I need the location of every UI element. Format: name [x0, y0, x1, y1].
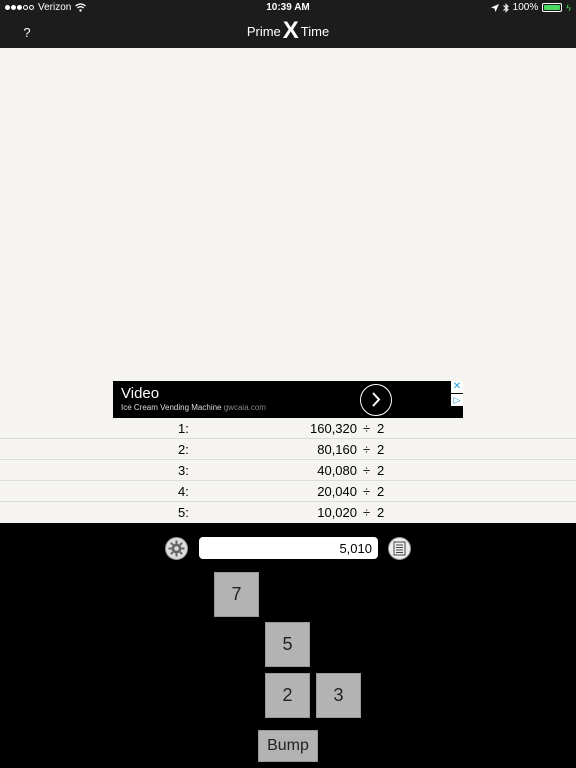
- row-divide-sign: ÷: [363, 442, 371, 457]
- table-row: 4: 20,040 ÷ 2: [0, 481, 576, 502]
- row-divisor: 2: [377, 442, 385, 457]
- key-3-button[interactable]: 3: [316, 673, 361, 718]
- list-button[interactable]: [388, 537, 411, 560]
- table-row: 5: 10,020 ÷ 2: [0, 502, 576, 523]
- table-row: 3: 40,080 ÷ 2: [0, 460, 576, 481]
- row-value: 160,320: [310, 421, 357, 436]
- battery-percent: 100%: [512, 2, 539, 13]
- row-index: 5:: [178, 505, 189, 520]
- settings-button[interactable]: [165, 537, 188, 560]
- row-index: 4:: [178, 484, 189, 499]
- ad-choices-icon[interactable]: ▷: [451, 394, 463, 406]
- ad-title: Video: [121, 385, 160, 402]
- number-input[interactable]: [199, 537, 378, 559]
- battery-icon: [542, 3, 563, 12]
- ad-subtitle: Ice Cream Vending Machine gwcaia.com: [121, 403, 266, 412]
- row-value: 80,160: [317, 442, 357, 457]
- location-arrow-icon: [490, 3, 499, 12]
- row-divide-sign: ÷: [363, 463, 371, 478]
- row-index: 1:: [178, 421, 189, 436]
- charging-bolt-icon: ϟ: [566, 2, 571, 13]
- bluetooth-icon: [502, 2, 509, 13]
- ad-banner[interactable]: Video Ice Cream Vending Machine gwcaia.c…: [113, 381, 463, 418]
- row-divide-sign: ÷: [363, 421, 371, 436]
- row-index: 2:: [178, 442, 189, 457]
- row-divide-sign: ÷: [363, 484, 371, 499]
- app-title: Prime X Time: [0, 17, 576, 44]
- ad-subtitle-text: Ice Cream Vending Machine: [121, 403, 222, 412]
- row-value: 10,020: [317, 505, 357, 520]
- main-area: Video Ice Cream Vending Machine gwcaia.c…: [0, 48, 576, 523]
- status-time: 10:39 AM: [266, 2, 310, 13]
- key-2-button[interactable]: 2: [265, 673, 310, 718]
- list-icon: [393, 541, 406, 556]
- battery-fill: [544, 5, 561, 10]
- status-bar: Verizon 10:39 AM 100% ϟ: [0, 0, 576, 16]
- ad-arrow-button[interactable]: [360, 384, 392, 416]
- row-divisor: 2: [377, 484, 385, 499]
- app-title-suffix: Time: [300, 23, 330, 39]
- key-7-button[interactable]: 7: [214, 572, 259, 617]
- app-title-prefix: Prime: [246, 23, 281, 39]
- app-title-x: X: [282, 17, 299, 44]
- table-row: 1: 160,320 ÷ 2: [0, 418, 576, 439]
- status-right: 100% ϟ: [490, 2, 571, 13]
- row-divisor: 2: [377, 421, 385, 436]
- row-divide-sign: ÷: [363, 505, 371, 520]
- row-value: 40,080: [317, 463, 357, 478]
- ad-domain: gwcaia.com: [223, 403, 266, 412]
- table-row: 2: 80,160 ÷ 2: [0, 439, 576, 460]
- row-divisor: 2: [377, 505, 385, 520]
- gear-icon: [168, 540, 185, 557]
- chevron-right-icon: [372, 392, 381, 407]
- ad-close-button[interactable]: ✕: [451, 381, 463, 393]
- row-value: 20,040: [317, 484, 357, 499]
- row-index: 3:: [178, 463, 189, 478]
- nav-bar: ? Prime X Time: [0, 16, 576, 48]
- bump-button[interactable]: Bump: [258, 730, 318, 762]
- key-5-button[interactable]: 5: [265, 622, 310, 667]
- factor-table: 1: 160,320 ÷ 2 2: 80,160 ÷ 2 3: 40,080 ÷…: [0, 418, 576, 523]
- row-divisor: 2: [377, 463, 385, 478]
- keypad-area: 7 5 2 3 Bump: [0, 523, 576, 768]
